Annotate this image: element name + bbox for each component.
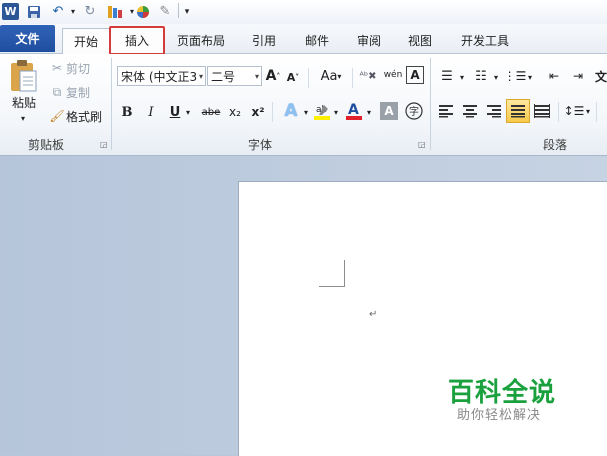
copy-button[interactable]: 复制 (66, 84, 96, 100)
numbering-dropdown-icon[interactable]: ▾ (492, 70, 500, 84)
shrink-font-label: A (286, 70, 296, 84)
font-color-icon[interactable]: A (344, 100, 364, 122)
font-launcher-icon[interactable]: ◲ (418, 140, 426, 149)
multilevel-list-icon[interactable]: ⋮☰ (504, 66, 527, 86)
svg-text:字: 字 (409, 105, 419, 118)
group-separator (111, 58, 112, 150)
cut-button[interactable]: 剪切 (66, 60, 96, 76)
font-name-combo[interactable]: 宋体 (中文正3 ▾ (117, 66, 206, 86)
copy-icon: ⧉ (52, 84, 62, 99)
scissors-icon: ✂ (51, 61, 63, 75)
underline-dropdown-icon[interactable]: ▾ (184, 104, 192, 120)
distributed-icon[interactable] (532, 101, 552, 121)
clipboard-group-label: 剪贴板 (27, 138, 64, 152)
tab-view[interactable]: 视图 (399, 28, 441, 52)
change-case-label: Aa (320, 68, 338, 84)
group-separator (430, 58, 431, 150)
italic-button[interactable]: I (143, 102, 159, 122)
document-page[interactable]: ↵ (238, 181, 607, 456)
qat-separator (178, 3, 179, 18)
color-wheel-icon[interactable] (135, 3, 151, 20)
undo-dropdown-icon[interactable]: ▾ (68, 3, 78, 20)
align-right-icon[interactable] (484, 101, 504, 121)
divider (308, 68, 309, 88)
redo-icon[interactable]: ↻ (82, 3, 98, 20)
text-effects-dropdown-icon[interactable]: ▾ (302, 104, 310, 120)
align-left-icon[interactable] (436, 101, 456, 121)
highlight-icon[interactable]: ab (312, 100, 332, 122)
increase-indent-icon[interactable]: ⇥ (568, 66, 588, 86)
undo-icon[interactable]: ↶ (48, 3, 68, 20)
bold-button[interactable]: B (119, 102, 135, 122)
tab-page-layout[interactable]: 页面布局 (168, 28, 234, 52)
font-name-value: 宋体 (中文正3 (121, 69, 198, 84)
clear-format-icon[interactable]: ᴬᵇ✖ (358, 66, 378, 86)
subscript-button[interactable]: x₂ (226, 102, 244, 122)
divider (272, 102, 273, 122)
paste-button[interactable]: 粘贴 (8, 94, 40, 110)
tab-home[interactable]: 开始 (62, 28, 110, 54)
line-spacing-icon[interactable]: ↕☰ (564, 101, 585, 121)
paste-icon[interactable] (6, 58, 40, 94)
text-effects-icon[interactable]: A (280, 100, 302, 122)
multilevel-dropdown-icon[interactable]: ▾ (526, 70, 534, 84)
word-icon[interactable]: W (2, 3, 19, 20)
shrink-font-button[interactable]: A ˅ (285, 68, 301, 86)
grow-font-label: A (265, 68, 277, 84)
paragraph-group-label: 段落 (542, 138, 567, 152)
align-center-icon[interactable] (460, 101, 480, 121)
quick-access-toolbar: W ↶ ▾ ↻ ▾ ✎ ▾ (0, 0, 607, 25)
paste-dropdown-icon[interactable]: ▾ (17, 112, 29, 124)
tab-review[interactable]: 审阅 (348, 28, 390, 52)
bullets-dropdown-icon[interactable]: ▾ (458, 70, 466, 84)
ribbon-tab-strip: 文件 开始 插入 页面布局 引用 邮件 审阅 视图 开发工具 (0, 24, 607, 55)
decrease-indent-icon[interactable]: ⇤ (544, 66, 564, 86)
char-shading-icon[interactable]: A (380, 102, 398, 120)
change-case-button[interactable]: Aa ▾ (316, 66, 346, 86)
sort-icon[interactable]: 文 (594, 66, 607, 86)
strikethrough-button[interactable]: abe (200, 102, 222, 122)
tab-mailings[interactable]: 邮件 (296, 28, 338, 52)
format-painter-icon: 🖌 (49, 109, 65, 123)
margin-corner-vertical (344, 260, 345, 286)
customize-qat-icon[interactable]: ▾ (182, 3, 192, 20)
underline-button[interactable]: U (167, 102, 183, 122)
font-size-combo[interactable]: 二号 ▾ (207, 66, 262, 86)
superscript-button[interactable]: x² (249, 102, 267, 122)
save-icon[interactable] (26, 3, 42, 20)
font-color-dropdown-icon[interactable]: ▾ (365, 104, 373, 120)
grow-font-button[interactable]: A ˄ (265, 66, 281, 86)
watermark-subtitle: 助你轻松解决 (457, 408, 542, 423)
format-painter-qat-icon[interactable] (104, 3, 126, 20)
draw-icon[interactable]: ✎ (156, 3, 174, 20)
divider (352, 68, 353, 88)
margin-corner-horizontal (319, 286, 345, 287)
clipboard-launcher-icon[interactable]: ◲ (100, 140, 108, 149)
tab-insert[interactable]: 插入 (109, 26, 165, 55)
svg-text:A: A (348, 102, 359, 118)
chevron-down-icon[interactable]: ▾ (199, 72, 203, 81)
divider (596, 102, 597, 122)
font-group-label: 字体 (247, 138, 272, 152)
numbering-icon[interactable]: ☷ (470, 66, 492, 86)
bullets-icon[interactable]: ☰ (436, 66, 458, 86)
ribbon-home: 粘贴 ▾ ✂ 剪切 ⧉ 复制 🖌 格式刷 剪贴板 ◲ 宋体 (中文正3 ▾ 二号… (0, 54, 607, 156)
tab-developer[interactable]: 开发工具 (452, 28, 518, 52)
char-border-icon[interactable]: A (406, 66, 424, 84)
highlight-dropdown-icon[interactable]: ▾ (332, 104, 340, 120)
line-spacing-dropdown-icon[interactable]: ▾ (584, 104, 592, 118)
paragraph-mark-icon: ↵ (369, 309, 378, 320)
divider (558, 102, 559, 122)
phonetic-guide-icon[interactable]: wén (382, 64, 404, 86)
enclose-char-icon[interactable]: 字 (404, 101, 424, 121)
justify-icon[interactable] (506, 99, 530, 123)
format-painter-button[interactable]: 格式刷 (66, 108, 108, 124)
tab-file[interactable]: 文件 (0, 25, 55, 52)
font-size-value: 二号 (211, 69, 236, 84)
tab-references[interactable]: 引用 (244, 28, 284, 52)
chevron-down-icon[interactable]: ▾ (255, 72, 259, 81)
